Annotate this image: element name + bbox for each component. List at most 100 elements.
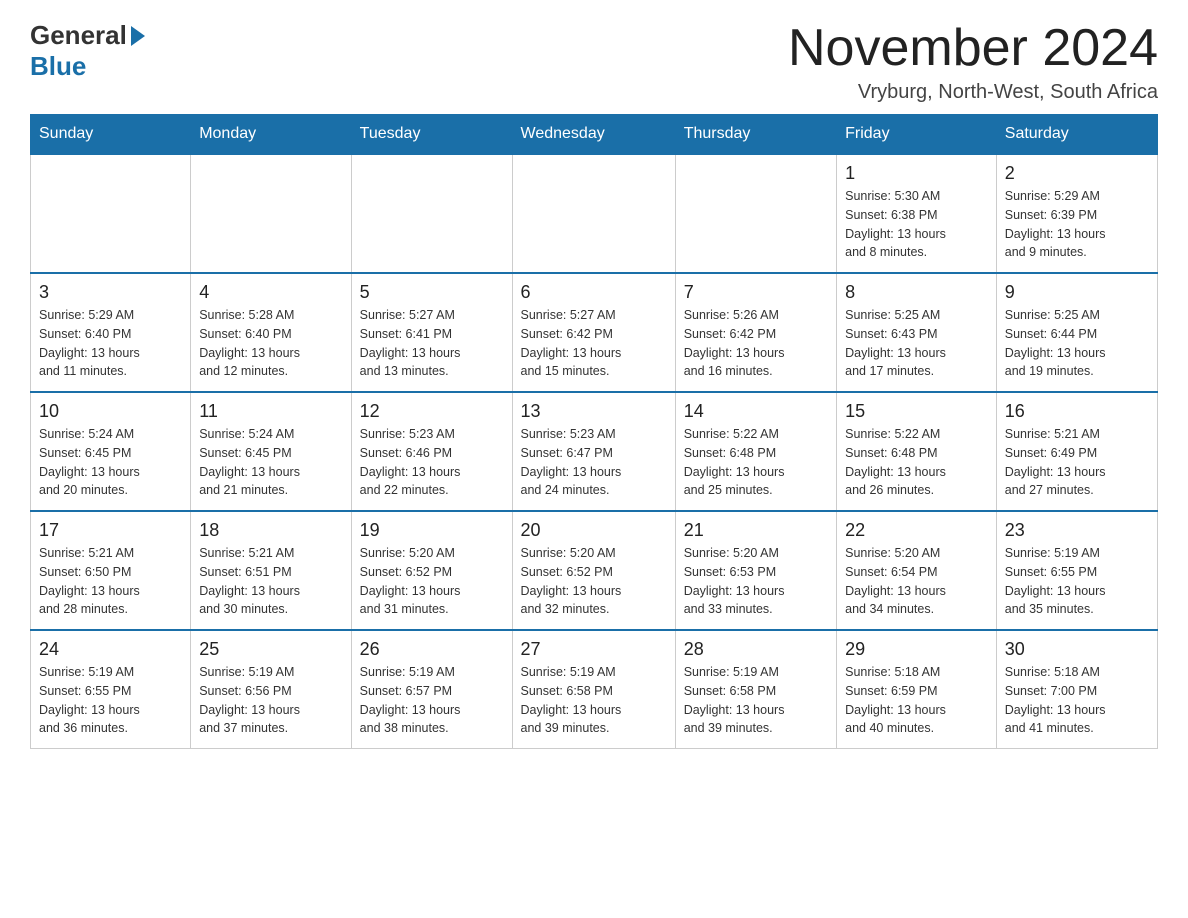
day-number: 30 [1005, 639, 1149, 660]
weekday-header-sunday: Sunday [31, 115, 191, 155]
day-info: Sunrise: 5:19 AMSunset: 6:58 PMDaylight:… [521, 663, 667, 738]
weekday-header-friday: Friday [837, 115, 997, 155]
day-info: Sunrise: 5:21 AMSunset: 6:50 PMDaylight:… [39, 544, 182, 619]
calendar-cell: 28 Sunrise: 5:19 AMSunset: 6:58 PMDayligh… [675, 630, 836, 749]
calendar-cell: 6 Sunrise: 5:27 AMSunset: 6:42 PMDaylight… [512, 273, 675, 392]
calendar-cell [31, 154, 191, 273]
day-info: Sunrise: 5:24 AMSunset: 6:45 PMDaylight:… [39, 425, 182, 500]
day-info: Sunrise: 5:19 AMSunset: 6:55 PMDaylight:… [1005, 544, 1149, 619]
day-info: Sunrise: 5:30 AMSunset: 6:38 PMDaylight:… [845, 187, 988, 262]
day-number: 18 [199, 520, 342, 541]
weekday-header-tuesday: Tuesday [351, 115, 512, 155]
calendar-cell: 11 Sunrise: 5:24 AMSunset: 6:45 PMDayligh… [191, 392, 351, 511]
day-number: 19 [360, 520, 504, 541]
calendar-cell: 25 Sunrise: 5:19 AMSunset: 6:56 PMDayligh… [191, 630, 351, 749]
weekday-header-monday: Monday [191, 115, 351, 155]
day-number: 11 [199, 401, 342, 422]
calendar-cell: 29 Sunrise: 5:18 AMSunset: 6:59 PMDayligh… [837, 630, 997, 749]
calendar-cell: 2 Sunrise: 5:29 AMSunset: 6:39 PMDaylight… [996, 154, 1157, 273]
day-info: Sunrise: 5:18 AMSunset: 6:59 PMDaylight:… [845, 663, 988, 738]
day-info: Sunrise: 5:20 AMSunset: 6:54 PMDaylight:… [845, 544, 988, 619]
day-number: 10 [39, 401, 182, 422]
calendar-cell: 5Sunrise: 5:27 AMSunset: 6:41 PMDaylight… [351, 273, 512, 392]
day-info: Sunrise: 5:26 AMSunset: 6:42 PMDaylight:… [684, 306, 828, 381]
day-number: 14 [684, 401, 828, 422]
calendar-cell: 16 Sunrise: 5:21 AMSunset: 6:49 PMDayligh… [996, 392, 1157, 511]
day-info: Sunrise: 5:27 AMSunset: 6:42 PMDaylight:… [521, 306, 667, 381]
week-row-1: 1 Sunrise: 5:30 AMSunset: 6:38 PMDaylight… [31, 154, 1158, 273]
day-number: 1 [845, 163, 988, 184]
day-number: 17 [39, 520, 182, 541]
calendar-cell: 21Sunrise: 5:20 AMSunset: 6:53 PMDayligh… [675, 511, 836, 630]
day-info: Sunrise: 5:29 AMSunset: 6:39 PMDaylight:… [1005, 187, 1149, 262]
day-number: 6 [521, 282, 667, 303]
calendar-cell: 24 Sunrise: 5:19 AMSunset: 6:55 PMDayligh… [31, 630, 191, 749]
title-area: November 2024 Vryburg, North-West, South… [788, 20, 1158, 104]
week-row-3: 10 Sunrise: 5:24 AMSunset: 6:45 PMDayligh… [31, 392, 1158, 511]
day-number: 7 [684, 282, 828, 303]
day-number: 20 [521, 520, 667, 541]
calendar-cell: 19 Sunrise: 5:20 AMSunset: 6:52 PMDayligh… [351, 511, 512, 630]
day-number: 28 [684, 639, 828, 660]
page-header: General Blue November 2024 Vryburg, Nort… [30, 20, 1158, 104]
weekday-header-saturday: Saturday [996, 115, 1157, 155]
day-number: 3 [39, 282, 182, 303]
calendar-cell: 3Sunrise: 5:29 AMSunset: 6:40 PMDaylight… [31, 273, 191, 392]
calendar-cell: 4Sunrise: 5:28 AMSunset: 6:40 PMDaylight… [191, 273, 351, 392]
day-info: Sunrise: 5:28 AMSunset: 6:40 PMDaylight:… [199, 306, 342, 381]
location-subtitle: Vryburg, North-West, South Africa [788, 81, 1158, 104]
calendar-cell: 17 Sunrise: 5:21 AMSunset: 6:50 PMDayligh… [31, 511, 191, 630]
weekday-header-row: SundayMondayTuesdayWednesdayThursdayFrid… [31, 115, 1158, 155]
calendar-cell [191, 154, 351, 273]
day-number: 5 [360, 282, 504, 303]
day-number: 29 [845, 639, 988, 660]
calendar-cell: 30 Sunrise: 5:18 AMSunset: 7:00 PMDayligh… [996, 630, 1157, 749]
logo-arrow-icon [131, 26, 145, 46]
day-number: 25 [199, 639, 342, 660]
calendar-cell: 1 Sunrise: 5:30 AMSunset: 6:38 PMDaylight… [837, 154, 997, 273]
logo-blue-text: Blue [30, 51, 86, 82]
calendar-cell: 10 Sunrise: 5:24 AMSunset: 6:45 PMDayligh… [31, 392, 191, 511]
day-info: Sunrise: 5:19 AMSunset: 6:58 PMDaylight:… [684, 663, 828, 738]
day-info: Sunrise: 5:22 AMSunset: 6:48 PMDaylight:… [845, 425, 988, 500]
month-title: November 2024 [788, 20, 1158, 77]
calendar-cell: 26 Sunrise: 5:19 AMSunset: 6:57 PMDayligh… [351, 630, 512, 749]
day-number: 23 [1005, 520, 1149, 541]
calendar-table: SundayMondayTuesdayWednesdayThursdayFrid… [30, 114, 1158, 749]
day-info: Sunrise: 5:21 AMSunset: 6:51 PMDaylight:… [199, 544, 342, 619]
week-row-4: 17 Sunrise: 5:21 AMSunset: 6:50 PMDayligh… [31, 511, 1158, 630]
calendar-cell: 27 Sunrise: 5:19 AMSunset: 6:58 PMDayligh… [512, 630, 675, 749]
day-info: Sunrise: 5:19 AMSunset: 6:56 PMDaylight:… [199, 663, 342, 738]
day-info: Sunrise: 5:21 AMSunset: 6:49 PMDaylight:… [1005, 425, 1149, 500]
day-number: 24 [39, 639, 182, 660]
day-number: 9 [1005, 282, 1149, 303]
calendar-cell [512, 154, 675, 273]
day-info: Sunrise: 5:25 AMSunset: 6:43 PMDaylight:… [845, 306, 988, 381]
logo: General Blue [30, 20, 145, 82]
logo-general-text: General [30, 20, 127, 51]
weekday-header-thursday: Thursday [675, 115, 836, 155]
calendar-cell: 18 Sunrise: 5:21 AMSunset: 6:51 PMDayligh… [191, 511, 351, 630]
day-info: Sunrise: 5:23 AMSunset: 6:46 PMDaylight:… [360, 425, 504, 500]
day-number: 8 [845, 282, 988, 303]
calendar-cell: 15Sunrise: 5:22 AMSunset: 6:48 PMDayligh… [837, 392, 997, 511]
day-info: Sunrise: 5:19 AMSunset: 6:55 PMDaylight:… [39, 663, 182, 738]
day-info: Sunrise: 5:22 AMSunset: 6:48 PMDaylight:… [684, 425, 828, 500]
day-number: 2 [1005, 163, 1149, 184]
day-info: Sunrise: 5:18 AMSunset: 7:00 PMDaylight:… [1005, 663, 1149, 738]
day-number: 13 [521, 401, 667, 422]
day-info: Sunrise: 5:19 AMSunset: 6:57 PMDaylight:… [360, 663, 504, 738]
day-number: 26 [360, 639, 504, 660]
day-info: Sunrise: 5:24 AMSunset: 6:45 PMDaylight:… [199, 425, 342, 500]
day-info: Sunrise: 5:25 AMSunset: 6:44 PMDaylight:… [1005, 306, 1149, 381]
calendar-cell: 8 Sunrise: 5:25 AMSunset: 6:43 PMDaylight… [837, 273, 997, 392]
day-info: Sunrise: 5:20 AMSunset: 6:52 PMDaylight:… [360, 544, 504, 619]
day-number: 21 [684, 520, 828, 541]
day-info: Sunrise: 5:23 AMSunset: 6:47 PMDaylight:… [521, 425, 667, 500]
calendar-cell: 22 Sunrise: 5:20 AMSunset: 6:54 PMDayligh… [837, 511, 997, 630]
calendar-cell: 20Sunrise: 5:20 AMSunset: 6:52 PMDayligh… [512, 511, 675, 630]
day-number: 27 [521, 639, 667, 660]
day-number: 22 [845, 520, 988, 541]
day-number: 16 [1005, 401, 1149, 422]
calendar-cell: 7 Sunrise: 5:26 AMSunset: 6:42 PMDaylight… [675, 273, 836, 392]
